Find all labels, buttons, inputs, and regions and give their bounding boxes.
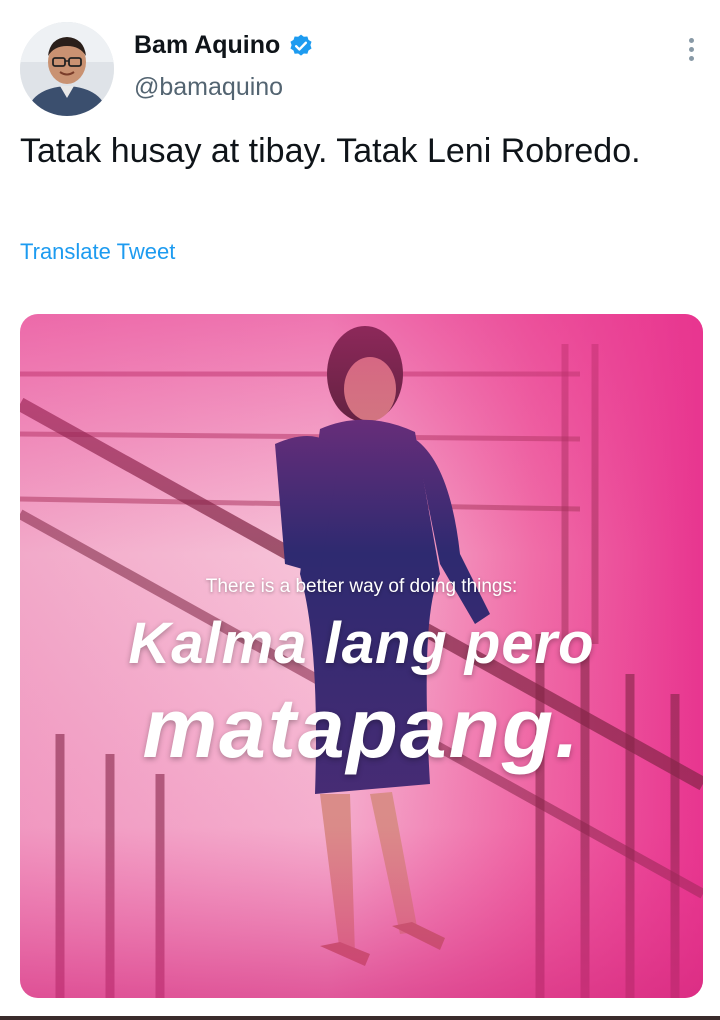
author-name[interactable]: Bam Aquino	[134, 31, 280, 60]
avatar-image	[20, 22, 114, 116]
tweet-text: Tatak husay at tibay. Tatak Leni Robredo…	[20, 132, 641, 170]
avatar[interactable]	[20, 22, 114, 116]
tweet-media-image[interactable]: There is a better way of doing things: K…	[20, 314, 703, 998]
more-options-icon[interactable]	[683, 34, 700, 65]
media-caption-small: There is a better way of doing things:	[205, 576, 518, 597]
author-handle[interactable]: @bamaquino	[134, 73, 283, 102]
translate-tweet-link[interactable]: Translate Tweet	[20, 239, 175, 265]
verified-badge-icon	[290, 34, 312, 56]
media-headline-line2: matapang.	[142, 681, 581, 775]
media-headline-line1: Kalma lang pero	[128, 611, 595, 676]
bottom-divider	[0, 1016, 720, 1020]
